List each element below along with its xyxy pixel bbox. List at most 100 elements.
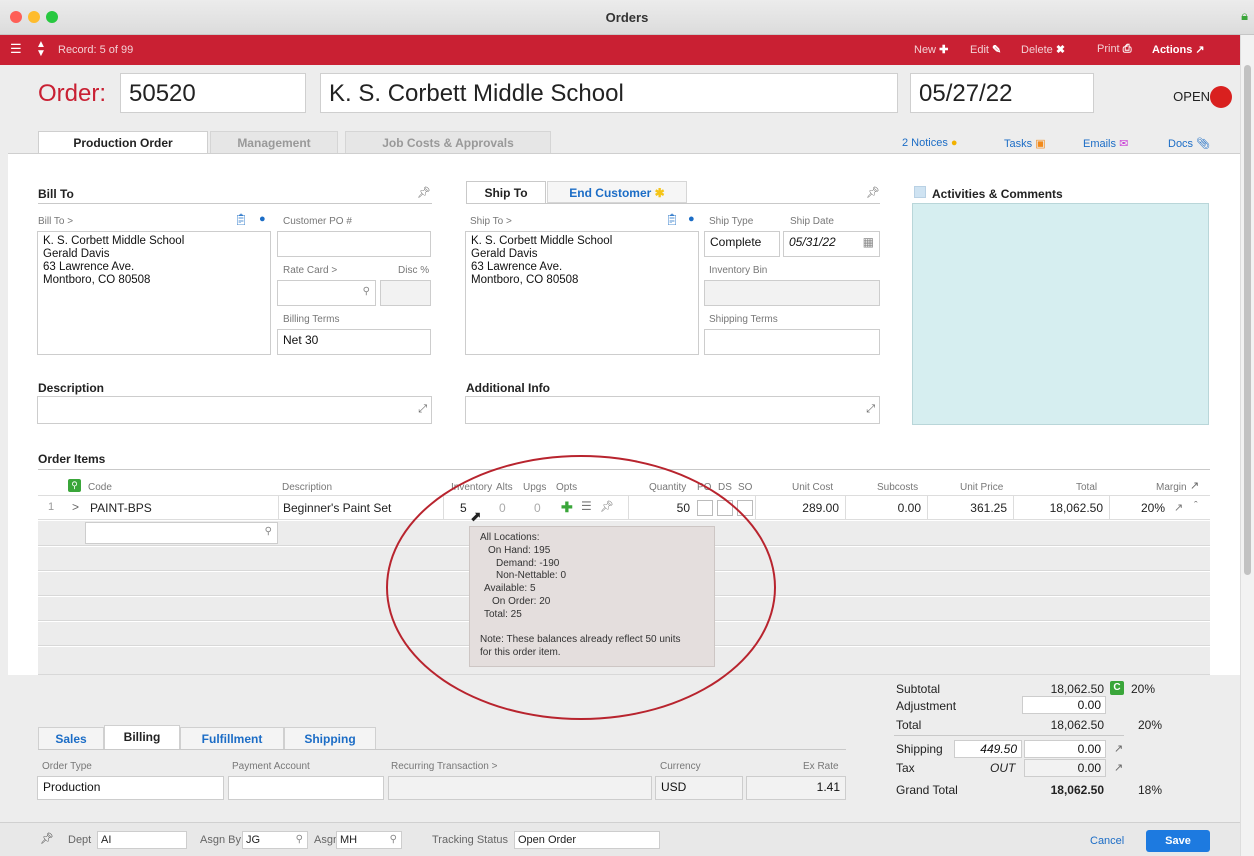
tab-sales[interactable]: Sales xyxy=(38,727,104,749)
scrollbar[interactable] xyxy=(1240,35,1254,856)
actions-button[interactable]: Actions ↗ xyxy=(1152,43,1205,56)
print-button[interactable]: Print ⎙ xyxy=(1097,43,1132,56)
address-line: K. S. Corbett Middle School xyxy=(43,235,185,247)
order-type-field[interactable]: Production xyxy=(37,776,224,800)
edit-button[interactable]: Edit ✎ xyxy=(970,43,1001,56)
inventory-bin-field[interactable] xyxy=(704,280,880,306)
customer-name-field[interactable]: K. S. Corbett Middle School xyxy=(320,73,898,113)
address-line: K. S. Corbett Middle School xyxy=(471,235,613,247)
item-unit-price[interactable]: 361.25 xyxy=(927,496,1013,520)
status-indicator-icon[interactable] xyxy=(1210,86,1232,108)
ship-to-address[interactable]: K. S. Corbett Middle School Gerald Davis… xyxy=(465,231,699,355)
arrow-up-right-icon[interactable]: ↗ xyxy=(1190,479,1199,492)
save-button[interactable]: Save xyxy=(1146,830,1210,852)
tab-management[interactable]: Management xyxy=(210,131,338,153)
search-icon[interactable]: ⚲ xyxy=(363,286,370,297)
tab-job-costs[interactable]: Job Costs & Approvals xyxy=(345,131,551,153)
ship-type-label: Ship Type xyxy=(709,216,754,227)
pin-icon[interactable]: 📌︎ xyxy=(866,186,880,199)
add-activity-icon[interactable] xyxy=(914,186,926,198)
tab-shipping[interactable]: Shipping xyxy=(284,727,376,749)
shipping-terms-field[interactable] xyxy=(704,329,880,355)
new-button[interactable]: New ✚ xyxy=(914,43,948,56)
ex-rate-field[interactable]: 1.41 xyxy=(746,776,846,800)
search-items-icon[interactable]: ⚲ xyxy=(68,479,81,492)
customer-po-label: Customer PO # xyxy=(283,216,352,227)
asgn-by-field[interactable]: JG ⚲ xyxy=(242,831,308,849)
shipping-cost-field[interactable]: 449.50 xyxy=(954,740,1022,758)
tax-code[interactable]: OUT xyxy=(990,761,1015,775)
arrow-up-right-icon[interactable]: ↗ xyxy=(1174,501,1183,514)
description-field[interactable]: ⤢ xyxy=(37,396,432,424)
tracking-status-field[interactable]: Open Order xyxy=(514,831,660,849)
highlight-annotation xyxy=(386,455,776,720)
tab-production-order[interactable]: Production Order xyxy=(38,131,208,155)
tab-fulfillment[interactable]: Fulfillment xyxy=(180,727,284,749)
location-pin-icon[interactable]: ● xyxy=(259,213,266,225)
calculate-icon[interactable]: C xyxy=(1110,681,1124,695)
additional-info-field[interactable]: ⤢ xyxy=(465,396,880,424)
expand-icon[interactable]: ⤢ xyxy=(418,403,427,416)
notices-link[interactable]: 2 Notices ● xyxy=(902,137,958,149)
calendar-icon[interactable]: ▦ xyxy=(863,235,874,249)
dept-field[interactable]: AI xyxy=(97,831,187,849)
rate-card-label[interactable]: Rate Card > xyxy=(283,265,337,276)
recurring-transaction-field[interactable] xyxy=(388,776,652,800)
item-subcosts[interactable]: 0.00 xyxy=(845,496,927,520)
description-heading: Description xyxy=(38,381,105,395)
ship-date-field[interactable]: 05/31/22 ▦ xyxy=(783,231,880,257)
disc-field[interactable] xyxy=(380,280,431,306)
item-code[interactable]: PAINT-BPS xyxy=(90,501,152,515)
search-icon[interactable]: ⚲ xyxy=(390,834,397,845)
recurring-transaction-label[interactable]: Recurring Transaction > xyxy=(391,761,497,772)
grand-total-label: Grand Total xyxy=(896,783,958,797)
order-number-field[interactable]: 50520 xyxy=(120,73,306,113)
new-item-code-field[interactable]: ⚲ xyxy=(85,522,278,544)
ship-type-field[interactable]: Complete xyxy=(704,231,780,257)
arrow-up-right-icon[interactable]: ↗ xyxy=(1114,761,1123,774)
order-date-field[interactable]: 05/27/22 xyxy=(910,73,1094,113)
bill-to-address[interactable]: K. S. Corbett Middle School Gerald Davis… xyxy=(37,231,271,355)
clipboard-icon[interactable]: 📋︎ xyxy=(234,213,248,226)
customer-po-field[interactable] xyxy=(277,231,431,257)
notices-label: 2 Notices xyxy=(902,137,948,149)
address-line: Montboro, CO 80508 xyxy=(471,274,579,286)
arrow-up-right-icon: ↗ xyxy=(1195,44,1205,56)
pin-icon[interactable]: 📌︎ xyxy=(40,832,54,845)
asgn-to-field[interactable]: MH ⚲ xyxy=(336,831,402,849)
payment-account-field[interactable] xyxy=(228,776,384,800)
bill-to-link-label[interactable]: Bill To > xyxy=(38,216,73,227)
ship-to-link-label[interactable]: Ship To > xyxy=(470,216,512,227)
tab-billing[interactable]: Billing xyxy=(104,725,180,749)
search-icon[interactable]: ⚲ xyxy=(265,526,272,537)
expand-icon[interactable]: ⤢ xyxy=(866,403,875,416)
currency-field[interactable]: USD xyxy=(655,776,743,800)
pin-icon[interactable]: 📌︎ xyxy=(417,186,431,199)
docs-link[interactable]: Docs 📎︎ xyxy=(1168,137,1210,150)
billing-terms-field[interactable]: Net 30 xyxy=(277,329,431,355)
column-header: DS xyxy=(718,482,732,493)
tab-ship-to[interactable]: Ship To xyxy=(466,181,546,204)
clipboard-icon[interactable]: 📋︎ xyxy=(665,213,679,226)
adjustment-field[interactable]: 0.00 xyxy=(1022,696,1106,714)
record-stepper-icon[interactable]: ▲ ▼ xyxy=(36,40,46,59)
arrow-up-right-icon[interactable]: ↗ xyxy=(1114,742,1123,755)
tasks-label: Tasks xyxy=(1004,138,1033,150)
tasks-link[interactable]: Tasks ▣ xyxy=(1004,137,1046,150)
chevron-up-icon[interactable]: ˆ xyxy=(1194,500,1198,512)
delete-button[interactable]: Delete ✖ xyxy=(1021,43,1065,56)
cancel-button[interactable]: Cancel xyxy=(1090,835,1124,847)
subtotal-label: Subtotal xyxy=(896,682,941,696)
menu-icon[interactable]: ☰ xyxy=(10,41,22,57)
emails-link[interactable]: Emails ✉ xyxy=(1083,137,1128,150)
scrollbar-thumb[interactable] xyxy=(1244,65,1251,575)
search-icon[interactable]: ⚲ xyxy=(296,834,303,845)
rate-card-field[interactable]: ⚲ xyxy=(277,280,376,306)
activities-panel[interactable] xyxy=(912,203,1209,425)
tab-end-customer[interactable]: End Customer ✱ xyxy=(547,181,687,203)
location-pin-icon[interactable]: ● xyxy=(688,213,695,225)
item-unit-cost[interactable]: 289.00 xyxy=(755,496,845,520)
row-expand-icon[interactable]: > xyxy=(72,500,79,514)
tax-field[interactable]: 0.00 xyxy=(1024,759,1106,777)
shipping-field[interactable]: 0.00 xyxy=(1024,740,1106,758)
